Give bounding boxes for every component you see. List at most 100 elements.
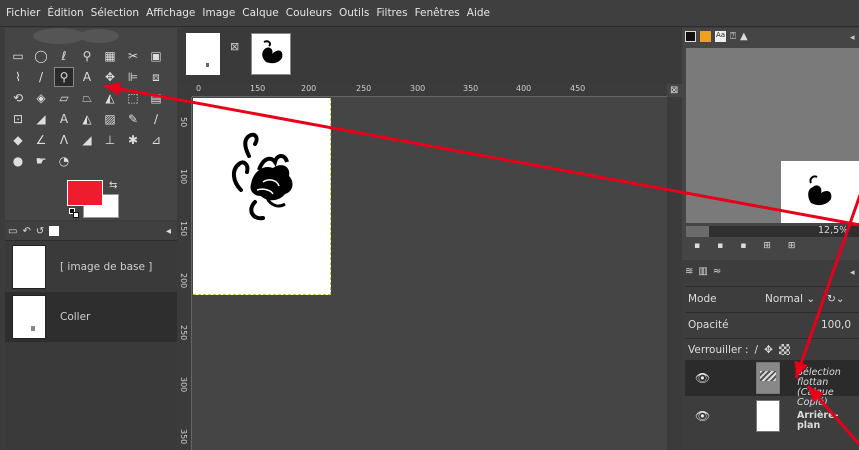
navigator-menu-icon[interactable]: ◂ [850, 33, 855, 43]
navigate-icon[interactable]: ⊠ [670, 85, 678, 96]
ruler-tick-label: 250 [356, 84, 372, 93]
channels-tab-icon[interactable]: ▥ [698, 266, 707, 277]
clone-tool[interactable]: ⊥ [100, 130, 120, 150]
menu-affichage[interactable]: Affichage [146, 7, 195, 19]
smudge-tool[interactable]: ☛ [31, 151, 51, 171]
unified-transform-tool[interactable]: ⊡ [8, 109, 28, 129]
paths-tab-icon[interactable]: ≈ [713, 266, 721, 277]
menu-outils[interactable]: Outils [339, 7, 369, 19]
airbrush-tool[interactable]: ∠ [31, 130, 51, 150]
free-select-tool[interactable]: ℓ [54, 46, 74, 66]
colormap-tab-icon[interactable] [685, 31, 696, 42]
layers-menu-icon[interactable]: ◂ [850, 268, 855, 278]
fonts-tab-icon[interactable]: Aa [715, 31, 726, 42]
visibility-eye-icon[interactable]: 👁 [695, 371, 710, 385]
heal-tool[interactable]: ✱ [123, 130, 143, 150]
menu-selection[interactable]: Sélection [91, 7, 139, 19]
navigator-tabs: Aa ⍰ ▲ [685, 31, 748, 42]
foreground-color-swatch[interactable] [67, 180, 103, 206]
shear-tool[interactable]: ▱ [54, 88, 74, 108]
navigator-preview[interactable] [686, 48, 859, 223]
fit-image-button[interactable]: ⊞ [763, 241, 771, 251]
reset-mode-icon[interactable]: ↻⌄ [827, 293, 845, 305]
image-list-item[interactable]: Coller [5, 292, 177, 342]
text-tool[interactable]: A [54, 109, 74, 129]
default-colors-icon[interactable] [69, 208, 79, 218]
help-tab-icon[interactable]: ⍰ [730, 31, 736, 42]
ruler-tick-label: 200 [301, 84, 317, 93]
tool-options-tab-icon[interactable]: ▭ [8, 226, 17, 237]
eraser-tool[interactable]: ◆ [8, 130, 28, 150]
measure-tool[interactable]: A [77, 67, 97, 87]
mypaint-brush-tool[interactable]: ◢ [77, 130, 97, 150]
ruler-tick-label: 350 [463, 84, 479, 93]
lock-pixels-icon[interactable]: / [755, 344, 759, 356]
lock-alpha-icon[interactable] [778, 344, 790, 355]
foreground-select-tool[interactable]: ▣ [146, 46, 166, 66]
ink-tool[interactable]: ᐱ [54, 130, 74, 150]
layer-row-floating[interactable]: 👁 Sélection flottan (Calque Copié) [685, 360, 859, 408]
bucket-fill-tool[interactable]: ◭ [77, 109, 97, 129]
visibility-eye-icon[interactable]: 👁 [695, 409, 710, 423]
images-tab-icon[interactable] [49, 226, 60, 236]
ellipse-select-tool[interactable]: ◯ [31, 46, 51, 66]
blend-tool[interactable]: ▨ [100, 109, 120, 129]
canvas-area[interactable]: 0 150 200 250 300 350 400 450 50 100 150… [177, 84, 682, 450]
image-list-item[interactable]: [ image de base ] [5, 242, 177, 292]
menu-calque[interactable]: Calque [242, 7, 278, 19]
image-tab-base[interactable] [186, 33, 220, 75]
move-tool[interactable]: ✥ [100, 67, 120, 87]
flip-tool[interactable]: ◭ [100, 88, 120, 108]
layers-tab-icon[interactable]: ≋ [685, 266, 693, 277]
pencil-tool[interactable]: ✎ [123, 109, 143, 129]
menu-aide[interactable]: Aide [467, 7, 490, 19]
close-tab-icon[interactable]: ⊠ [230, 40, 239, 53]
layer-name-line1: Sélection flottan [797, 367, 841, 388]
zoom-in-button[interactable]: ▪ [717, 241, 723, 251]
swap-colors-icon[interactable]: ⇆ [109, 180, 117, 191]
navigation-tab-icon[interactable]: ▲ [740, 31, 748, 42]
image-tab-paste[interactable] [251, 33, 291, 75]
paths-tool[interactable]: ⌇ [8, 67, 28, 87]
menu-fichier[interactable]: Fichier [6, 7, 40, 19]
zoom-tool[interactable]: ⚲ [54, 67, 74, 87]
scale-tool[interactable]: ◈ [31, 88, 51, 108]
zoom-out-button[interactable]: ▪ [694, 241, 700, 251]
undo-history-tab-icon[interactable]: ↺ [36, 226, 44, 237]
lock-position-icon[interactable]: ✥ [764, 344, 773, 356]
blur-tool[interactable]: ● [8, 151, 28, 171]
shrink-wrap-button[interactable]: ⊞ [788, 241, 796, 251]
color-select-tool[interactable]: ▦ [100, 46, 120, 66]
menu-couleurs[interactable]: Couleurs [286, 7, 332, 19]
layer-row-background[interactable]: 👁 Arrière-plan [685, 398, 859, 434]
align-tool[interactable]: ⊫ [123, 67, 143, 87]
color-picker-tool[interactable]: / [31, 67, 51, 87]
palette-tab-icon[interactable] [700, 31, 711, 42]
rect-select-tool[interactable]: ▭ [8, 46, 28, 66]
vertical-ruler[interactable]: 50 100 150 200 250 300 350 [177, 97, 192, 450]
menu-filtres[interactable]: Filtres [376, 7, 407, 19]
perspective-tool[interactable]: ⏢ [77, 88, 97, 108]
cage-tool[interactable]: ⬚ [123, 88, 143, 108]
vertical-scrollbar[interactable]: ⊠ [667, 85, 682, 450]
horizontal-ruler[interactable]: 0 150 200 250 300 350 400 450 [192, 84, 667, 97]
rotate-tool[interactable]: ⟲ [8, 88, 28, 108]
chevron-down-icon: ⌄ [806, 292, 816, 305]
device-status-tab-icon[interactable]: ↶ [22, 226, 30, 237]
mode-select[interactable]: Normal ⌄ [765, 293, 815, 305]
handle-transform-tool[interactable]: ◢ [31, 109, 51, 129]
crop-tool[interactable]: ⧈ [146, 67, 166, 87]
menu-image[interactable]: Image [202, 7, 235, 19]
paintbrush-tool[interactable]: ∕ [146, 109, 166, 129]
menu-edition[interactable]: Édition [47, 7, 83, 19]
canvas-image[interactable] [193, 98, 331, 295]
dock-menu-icon[interactable]: ◂ [166, 226, 171, 237]
menu-fenetres[interactable]: Fenêtres [415, 7, 460, 19]
zoom-1-1-button[interactable]: ▪ [740, 241, 746, 251]
fuzzy-select-tool[interactable]: ⚲ [77, 46, 97, 66]
dodge-burn-tool[interactable]: ◔ [54, 151, 74, 171]
perspective-clone-tool[interactable]: ⊿ [146, 130, 166, 150]
opacity-value[interactable]: 100,0 [821, 319, 851, 331]
scissors-tool[interactable]: ✂ [123, 46, 143, 66]
warp-tool[interactable]: ▤ [146, 88, 166, 108]
